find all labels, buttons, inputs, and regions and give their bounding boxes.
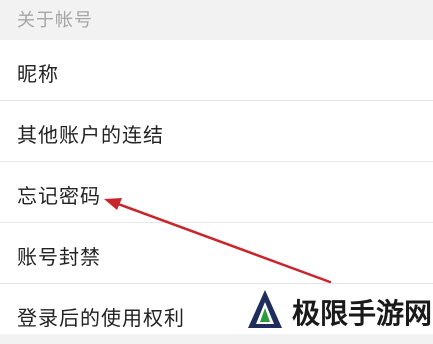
watermark-text: 极限手游网 bbox=[292, 297, 433, 330]
list-item-label: 忘记密码 bbox=[17, 184, 101, 208]
list-item-label: 账号封禁 bbox=[17, 245, 101, 269]
list-item-label: 登录后的使用权利 bbox=[17, 306, 185, 330]
list-item-linked-accounts[interactable]: 其他账户的连结 bbox=[0, 101, 433, 161]
list-item-forgot-password[interactable]: 忘记密码 bbox=[0, 162, 433, 222]
list-item-nickname[interactable]: 昵称 bbox=[0, 40, 433, 100]
section-title: 关于帐号 bbox=[17, 10, 93, 31]
list-item-label: 其他账户的连结 bbox=[17, 123, 164, 147]
section-header: 关于帐号 bbox=[0, 0, 433, 40]
list-item-label: 昵称 bbox=[17, 62, 59, 86]
site-logo-icon bbox=[248, 290, 282, 328]
list-item-account-ban[interactable]: 账号封禁 bbox=[0, 223, 433, 283]
watermark: 极限手游网 bbox=[242, 286, 433, 334]
